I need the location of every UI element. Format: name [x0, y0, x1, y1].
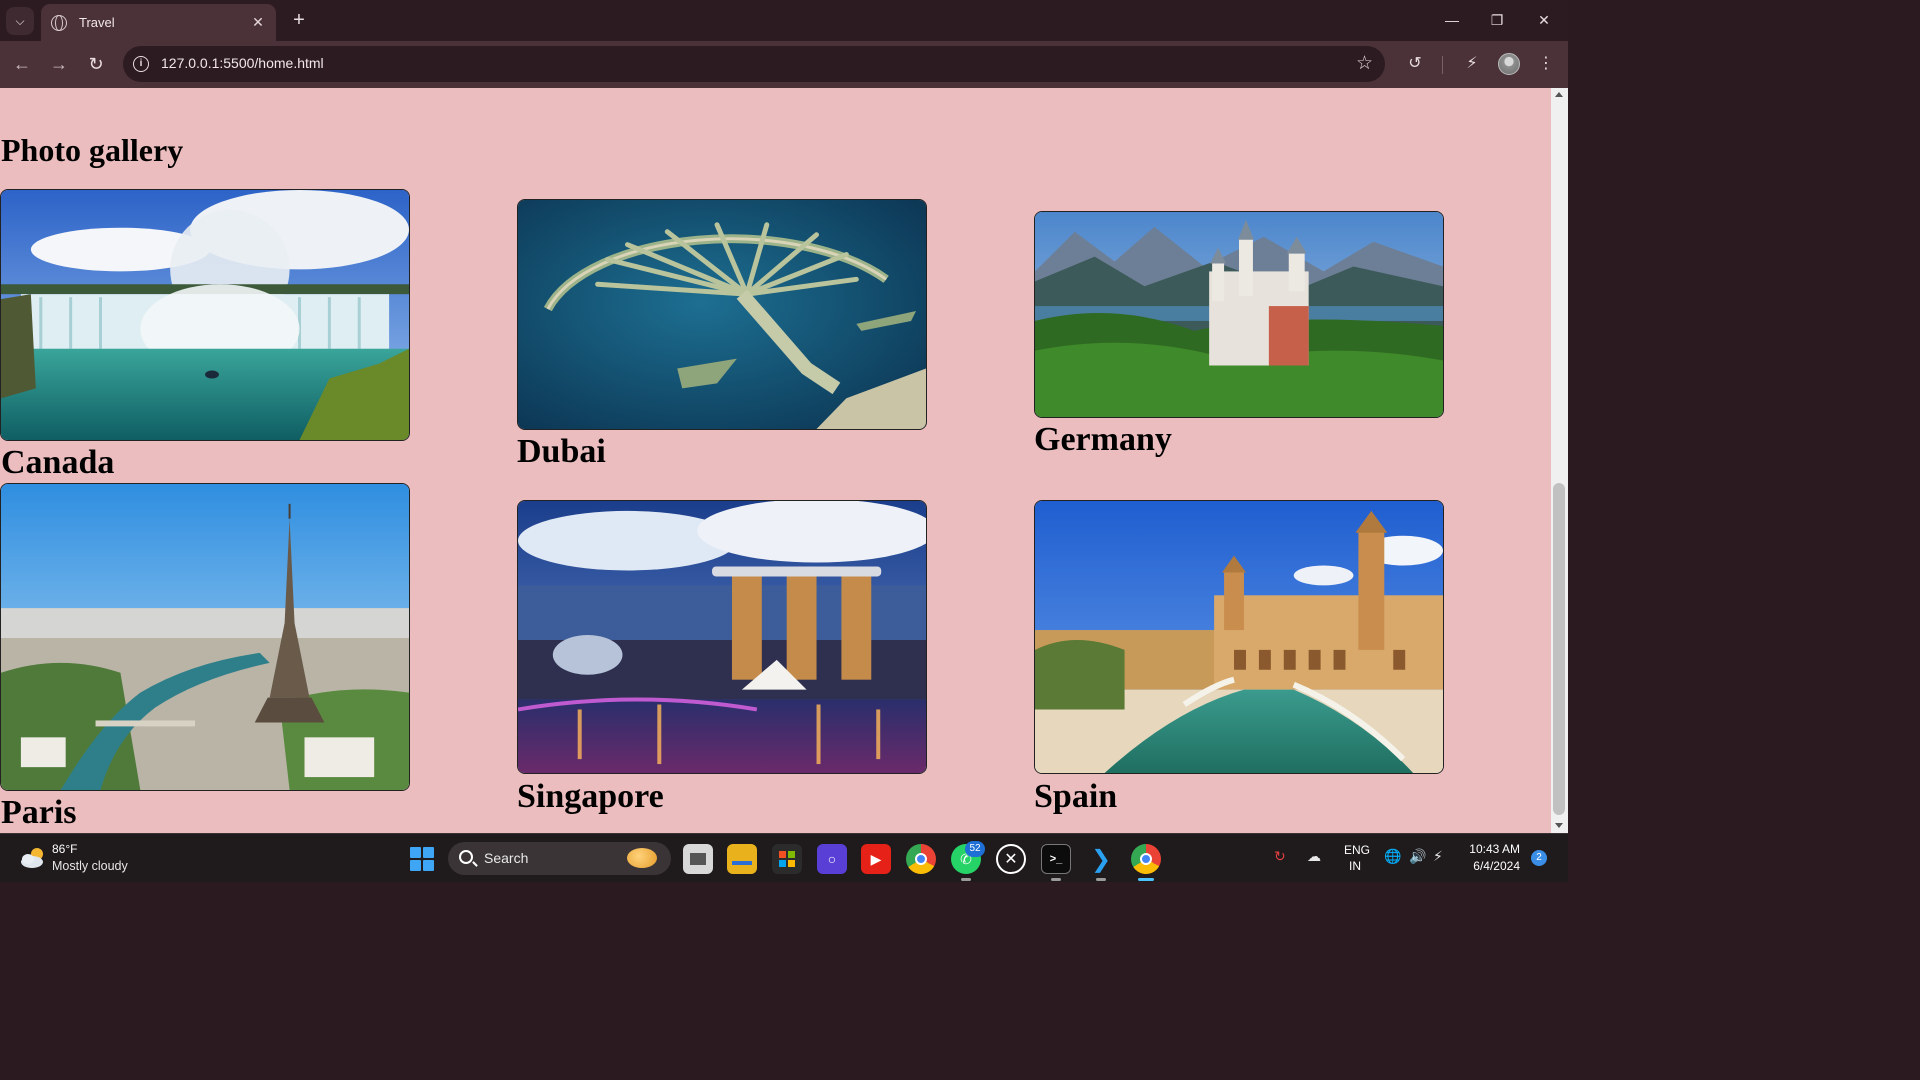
terminal-icon[interactable]: >_ [1041, 844, 1071, 874]
whatsapp-unread-badge: 52 [965, 841, 985, 857]
tab-title: Travel [79, 15, 115, 30]
address-bar[interactable]: i 127.0.0.1:5500/home.html ☆ [123, 46, 1385, 82]
address-url[interactable]: 127.0.0.1:5500/home.html [161, 55, 324, 71]
close-window-button[interactable]: ✕ [1529, 8, 1559, 32]
germany-caption: Germany [1034, 421, 1172, 458]
close-tab-icon[interactable]: ✕ [250, 14, 266, 31]
youtube-icon[interactable]: ▶ [861, 844, 891, 874]
taskbar-search-box[interactable]: Search [448, 842, 671, 875]
scrollbar-thumb[interactable] [1553, 483, 1565, 815]
volume-icon[interactable]: 🔊 [1409, 848, 1426, 865]
scroll-up-arrow-icon[interactable] [1555, 92, 1563, 97]
notification-count-badge[interactable]: 2 [1531, 850, 1547, 866]
tab-search-button[interactable]: ⌵ [6, 7, 34, 35]
germany-photo [1034, 211, 1444, 418]
vscode-running-indicator [1096, 878, 1106, 881]
input-language[interactable]: ENG [1344, 843, 1370, 857]
cloudy-weather-icon[interactable] [19, 845, 47, 871]
page-viewport: Photo gallery Canada Dubai Germany Paris… [0, 88, 1568, 833]
weather-description[interactable]: Mostly cloudy [52, 859, 128, 873]
site-info-icon[interactable]: i [133, 56, 149, 72]
whatsapp-running-indicator [961, 878, 971, 881]
scroll-down-arrow-icon[interactable] [1555, 823, 1563, 828]
onedrive-cloud-icon[interactable]: ☁ [1307, 848, 1321, 865]
chevron-down-icon: ⌵ [15, 13, 25, 28]
minimize-button[interactable]: — [1437, 8, 1467, 32]
microsoft-store-icon[interactable] [772, 844, 802, 874]
network-globe-icon[interactable]: 🌐 [1384, 848, 1401, 865]
clock-date[interactable]: 6/4/2024 [1440, 859, 1520, 873]
singapore-photo [517, 500, 927, 774]
profile-avatar[interactable] [1498, 53, 1520, 75]
dubai-caption: Dubai [517, 433, 606, 470]
history-icon[interactable]: ↺ [1404, 53, 1426, 75]
browser-titlebar: ⌵ Travel ✕ + — ❐ ✕ [0, 0, 1568, 41]
windows-start-icon[interactable] [410, 847, 434, 871]
weather-temperature[interactable]: 86°F [52, 842, 77, 856]
back-button[interactable]: ← [10, 52, 34, 76]
windows-taskbar: 86°F Mostly cloudy Search ○ ▶ ✆ 52 ✕ >_ … [0, 833, 1568, 882]
canada-caption: Canada [1, 444, 115, 481]
copilot-app-icon[interactable]: ○ [817, 844, 847, 874]
paris-photo [0, 483, 410, 791]
page-heading: Photo gallery [1, 132, 184, 168]
sync-error-icon[interactable]: ↻ [1274, 848, 1286, 865]
browser-toolbar: ← → ↻ i 127.0.0.1:5500/home.html ☆ ↺ ⚡ ⋮ [0, 41, 1568, 88]
terminal-running-indicator [1051, 878, 1061, 881]
chrome-icon[interactable] [906, 844, 936, 874]
page-scrollbar[interactable] [1551, 88, 1568, 833]
input-region[interactable]: IN [1349, 859, 1361, 873]
restore-button[interactable]: ❐ [1482, 8, 1512, 32]
performance-icon[interactable]: ⚡ [1461, 53, 1483, 75]
xbox-icon[interactable]: ✕ [996, 844, 1026, 874]
toolbar-divider [1442, 56, 1443, 74]
chrome-active-indicator [1138, 878, 1154, 881]
clock-time[interactable]: 10:43 AM [1440, 842, 1520, 856]
browser-tab-active[interactable]: Travel ✕ [41, 4, 276, 41]
singapore-caption: Singapore [517, 778, 664, 815]
dubai-photo [517, 199, 927, 430]
reload-button[interactable]: ↻ [84, 52, 108, 76]
spain-caption: Spain [1034, 778, 1118, 815]
task-view-icon[interactable] [683, 844, 713, 874]
file-explorer-icon[interactable] [727, 844, 757, 874]
bookmark-star-icon[interactable]: ☆ [1356, 52, 1373, 75]
search-highlight-icon [627, 848, 657, 868]
search-icon [459, 850, 473, 864]
paris-caption: Paris [1, 794, 77, 831]
spain-photo [1034, 500, 1444, 774]
taskbar-search-label: Search [484, 850, 529, 866]
vscode-icon[interactable]: ❯ [1086, 844, 1116, 874]
chrome-active-icon[interactable] [1131, 844, 1161, 874]
forward-button[interactable]: → [47, 52, 71, 76]
new-tab-button[interactable]: + [288, 8, 310, 32]
menu-kebab-icon[interactable]: ⋮ [1535, 53, 1557, 75]
canada-photo [0, 189, 410, 441]
globe-icon [51, 14, 67, 31]
